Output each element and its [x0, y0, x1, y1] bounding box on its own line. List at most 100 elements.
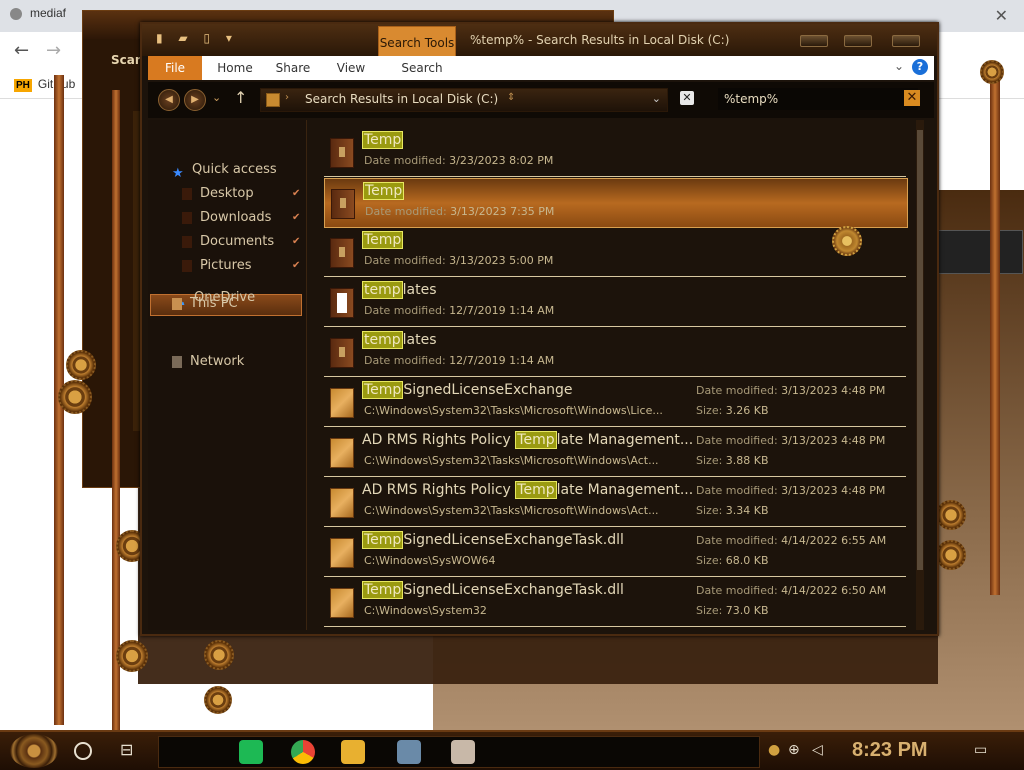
date-modified: Date modified: 3/13/2023 7:35 PM — [365, 205, 554, 218]
help-icon[interactable]: ? — [912, 59, 928, 75]
address-bar[interactable]: › Search Results in Local Disk (C:) ⇕ ⌄ — [260, 88, 668, 112]
file-explorer-app-icon[interactable] — [341, 740, 365, 764]
file-size: Size: 3.26 KB — [696, 404, 769, 417]
file-path: C:\Windows\System32\Tasks\Microsoft\Wind… — [364, 404, 663, 417]
date-value: 12/7/2019 1:14 AM — [449, 304, 555, 317]
result-row-folder[interactable]: Temp Date modified: 3/23/2023 8:02 PM — [324, 128, 906, 177]
result-row-file[interactable]: Temp SignedLicenseExchange C:\Windows\Sys… — [324, 378, 906, 427]
system-tray: ● ⊕ ◁ 8:23 PM ▭ — [768, 734, 1024, 768]
nav-item-documents[interactable]: Documents — [182, 232, 274, 252]
tab-home[interactable]: Home — [208, 56, 262, 80]
tab-search[interactable]: Search — [384, 56, 460, 80]
tab-share[interactable]: Share — [266, 56, 320, 80]
clock[interactable]: 8:23 PM — [852, 739, 928, 762]
ribbon-expand-chevron-icon[interactable]: ⌄ — [894, 59, 904, 73]
browser-close-icon[interactable]: ✕ — [995, 6, 1008, 25]
search-box[interactable]: ✕ — [718, 88, 920, 110]
browser-tab-title: mediaf — [30, 6, 67, 20]
file-name-rest: lates — [402, 282, 437, 298]
search-input[interactable] — [722, 89, 886, 109]
maximize-button[interactable] — [844, 35, 872, 47]
search-clear-close-icon[interactable]: ✕ — [904, 90, 920, 106]
result-row-folder[interactable]: temp lates Date modified: 12/7/2019 1:14 … — [324, 278, 906, 327]
size-value: 3.88 KB — [725, 454, 769, 467]
quick-access-toolbar-icons[interactable]: ▮ ▰ ▯ ▾ — [156, 31, 238, 45]
close-button[interactable] — [892, 35, 920, 47]
pin-icon: ✔ — [292, 188, 301, 199]
size-value: 73.0 KB — [725, 604, 769, 617]
date-modified: Date modified: 12/7/2019 1:14 AM — [364, 304, 554, 317]
recent-locations-chevron-icon[interactable]: ⌄ — [212, 91, 221, 104]
nav-item-downloads[interactable]: Downloads — [182, 208, 271, 228]
star-icon: ★ — [172, 165, 184, 181]
tray-gear-icon[interactable]: ● — [768, 742, 780, 758]
result-row-file[interactable]: AD RMS Rights Policy Temp late Management… — [324, 428, 906, 477]
browser-tab[interactable]: mediaf — [10, 6, 90, 28]
file-name: temp lates — [362, 331, 437, 349]
up-arrow-icon[interactable]: ↑ — [234, 88, 247, 107]
app-character-icon[interactable] — [451, 740, 475, 764]
result-row-file[interactable]: AD RMS Rights Policy Temp late Management… — [324, 478, 906, 527]
result-row-file[interactable]: Temp SignedLicenseExchangeTask.dll C:\Win… — [324, 528, 906, 577]
forward-button-icon[interactable]: ▶ — [184, 89, 206, 111]
nav-item-this-pc[interactable]: This PC — [172, 294, 292, 314]
start-button-icon[interactable] — [10, 734, 58, 768]
result-row-folder-selected[interactable]: Temp Date modified: 3/13/2023 7:35 PM — [324, 178, 908, 228]
tab-view[interactable]: View — [324, 56, 378, 80]
spotify-app-icon[interactable] — [239, 740, 263, 764]
refresh-stop-icon[interactable]: ✕ — [680, 91, 694, 105]
date-value: 4/14/2022 6:55 AM — [781, 534, 887, 547]
search-highlight: Temp — [362, 131, 404, 149]
file-name-rest: SignedLicenseExchangeTask.dll — [403, 582, 624, 598]
search-results-list: Temp Date modified: 3/23/2023 8:02 PM Te… — [312, 120, 920, 630]
gear-decoration-icon — [58, 380, 92, 414]
file-icon — [330, 388, 354, 418]
file-name: Temp SignedLicenseExchangeTask.dll — [362, 531, 624, 549]
network-globe-icon[interactable]: ⊕ — [788, 742, 800, 758]
results-scrollbar[interactable] — [916, 120, 924, 630]
volume-muted-icon[interactable]: ◁ — [812, 742, 823, 758]
file-path: C:\Windows\System32\Tasks\Microsoft\Wind… — [364, 454, 659, 467]
file-size: Size: 3.88 KB — [696, 454, 769, 467]
nav-label: Pictures — [200, 258, 252, 273]
result-row-file[interactable]: Temp SignedLicenseExchangeTask.dll C:\Win… — [324, 578, 906, 627]
pin-icon: ✔ — [292, 212, 301, 223]
date-value: 3/13/2023 7:35 PM — [450, 205, 555, 218]
date-modified: Date modified: 4/14/2022 6:50 AM — [696, 584, 886, 597]
notifications-icon[interactable]: ▭ — [974, 742, 987, 758]
browser-back-icon[interactable]: ← — [14, 40, 29, 61]
nav-item-network[interactable]: Network — [172, 352, 244, 372]
nav-item-desktop[interactable]: Desktop — [182, 184, 254, 204]
search-tools-context-tab[interactable]: Search Tools — [378, 26, 456, 58]
address-dropdown-chevron-icon[interactable]: ⌄ — [652, 92, 661, 105]
task-view-icon[interactable]: ⊟ — [120, 740, 133, 759]
date-label: Date modified: — [364, 304, 446, 317]
tab-file[interactable]: File — [148, 56, 202, 80]
file-icon — [330, 438, 354, 468]
result-row-folder[interactable]: temp lates Date modified: 12/7/2019 1:14 … — [324, 328, 906, 377]
app-window-icon[interactable] — [397, 740, 421, 764]
folder-icon — [331, 189, 355, 219]
nav-label: Network — [190, 354, 245, 369]
result-row-folder[interactable]: Temp Date modified: 3/13/2023 5:00 PM — [324, 228, 906, 277]
nav-item-quick-access[interactable]: ★ Quick access — [172, 160, 277, 181]
search-circle-icon[interactable] — [74, 742, 92, 760]
scrollbar-thumb[interactable] — [917, 130, 923, 570]
minimize-button[interactable] — [800, 35, 828, 47]
browser-forward-icon[interactable]: → — [46, 40, 61, 61]
breadcrumb-arrow-icon[interactable]: ⇕ — [507, 92, 515, 103]
back-button-icon[interactable]: ◀ — [158, 89, 180, 111]
breadcrumb-separator-icon[interactable]: › — [285, 92, 289, 103]
file-name: Temp — [363, 182, 405, 200]
size-label: Size: — [696, 604, 723, 617]
breadcrumb[interactable]: Search Results in Local Disk (C:) — [305, 92, 498, 106]
file-size: Size: 73.0 KB — [696, 604, 769, 617]
size-value: 68.0 KB — [725, 554, 769, 567]
file-name-rest: late Management... — [556, 482, 694, 498]
date-label: Date modified: — [696, 434, 778, 447]
nav-item-pictures[interactable]: Pictures — [182, 256, 251, 276]
gear-decoration-icon — [204, 686, 232, 714]
chrome-app-icon[interactable] — [291, 740, 315, 764]
explorer-title-bar[interactable]: ▮ ▰ ▯ ▾ Search Tools %temp% - Search Res… — [142, 24, 937, 58]
bookmark-item[interactable]: PHGitHub — [14, 77, 75, 92]
